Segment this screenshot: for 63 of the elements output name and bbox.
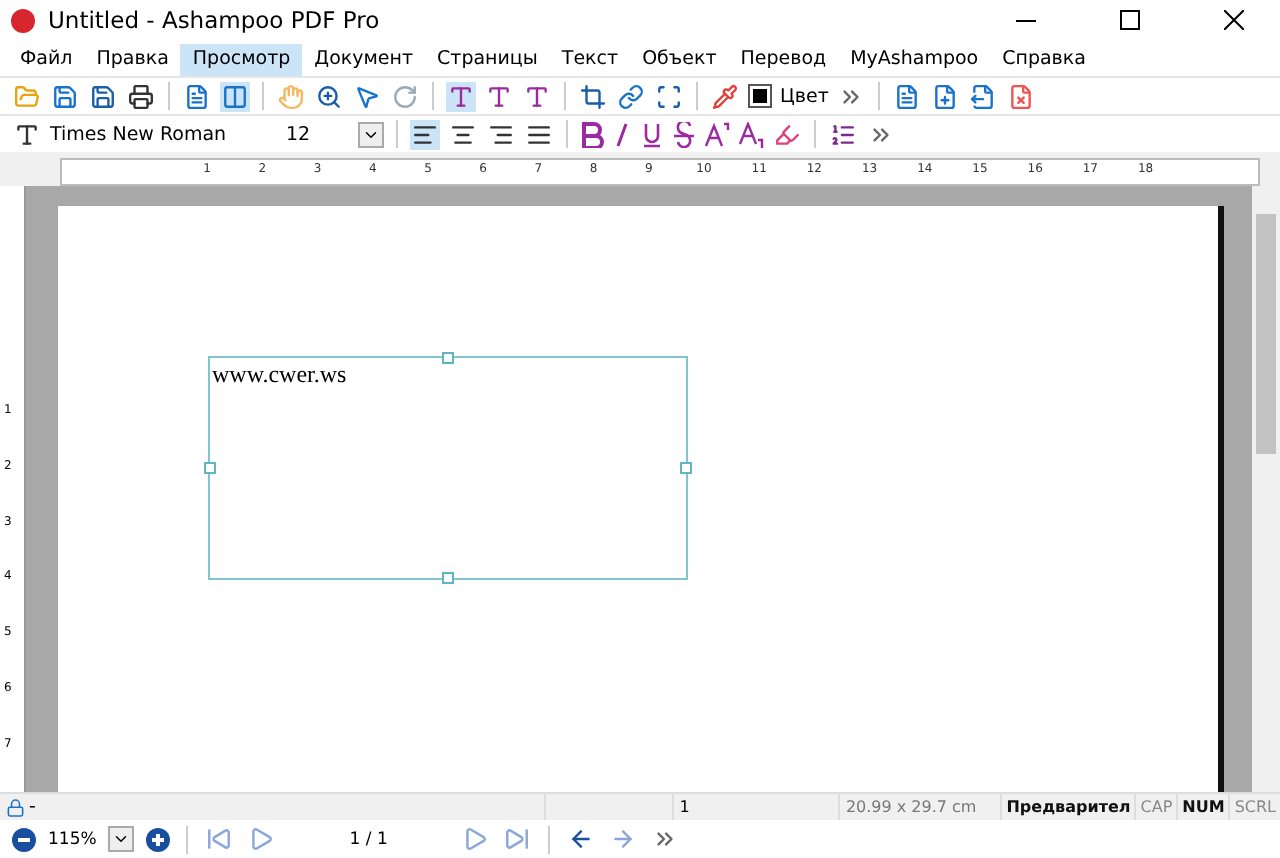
menu-item[interactable]: Просмотр bbox=[180, 44, 303, 76]
scrollbar-thumb[interactable] bbox=[1256, 214, 1276, 454]
save-as-icon[interactable] bbox=[88, 81, 118, 111]
status-indicator: Предварител bbox=[1000, 794, 1135, 820]
dropdown-icon[interactable] bbox=[108, 826, 135, 852]
maximize-icon[interactable] bbox=[1120, 10, 1140, 30]
scan-icon[interactable] bbox=[654, 81, 684, 111]
highlighter-icon[interactable] bbox=[772, 119, 802, 149]
font-size-field[interactable]: 12 bbox=[258, 123, 350, 145]
lock-icon[interactable] bbox=[6, 797, 26, 817]
color-label[interactable]: Цвет bbox=[780, 85, 829, 107]
resize-handle[interactable] bbox=[442, 572, 454, 584]
subscript-icon[interactable] bbox=[738, 121, 764, 147]
crop-icon[interactable] bbox=[578, 81, 608, 111]
zoom-in-icon[interactable] bbox=[314, 81, 344, 111]
link-icon[interactable] bbox=[616, 81, 646, 111]
menu-item[interactable]: Справка bbox=[990, 44, 1098, 76]
bold-icon[interactable] bbox=[580, 121, 604, 147]
menu-item[interactable]: Документ bbox=[302, 44, 426, 76]
strikethrough-icon[interactable] bbox=[672, 121, 696, 147]
underline-icon[interactable] bbox=[640, 121, 664, 147]
menu-item[interactable]: Объект bbox=[630, 44, 729, 76]
status-indicator: SCRL bbox=[1228, 794, 1280, 820]
minimize-icon[interactable] bbox=[1016, 19, 1036, 21]
resize-handle[interactable] bbox=[204, 462, 216, 474]
menu-item[interactable]: Текст bbox=[549, 44, 631, 76]
dropdown-icon[interactable] bbox=[358, 121, 384, 147]
zoom-level[interactable]: 115% bbox=[48, 829, 97, 849]
save-icon[interactable] bbox=[50, 81, 80, 111]
menu-item[interactable]: Файл bbox=[8, 44, 85, 76]
zoom-in-icon[interactable] bbox=[146, 827, 171, 851]
color-swatch-icon[interactable] bbox=[748, 84, 772, 108]
font-icon[interactable] bbox=[12, 119, 42, 149]
close-icon[interactable] bbox=[1224, 10, 1244, 30]
page-delete-icon[interactable] bbox=[1006, 81, 1037, 111]
window-title: Untitled - Ashampoo PDF Pro bbox=[48, 6, 382, 34]
italic-icon[interactable] bbox=[612, 121, 632, 147]
text-box[interactable]: www.cwer.ws bbox=[208, 356, 688, 580]
status-indicator: CAP bbox=[1134, 794, 1177, 820]
align-left-icon[interactable] bbox=[410, 119, 440, 149]
menu-item[interactable]: Страницы bbox=[425, 44, 550, 76]
status-indicator: NUM bbox=[1176, 794, 1229, 820]
pointer-icon[interactable] bbox=[352, 81, 382, 111]
text-box-content: www.cwer.ws bbox=[212, 360, 347, 388]
vertical-scrollbar[interactable] bbox=[1252, 186, 1280, 792]
menu-item[interactable]: MyAshampoo bbox=[838, 44, 991, 76]
text-tool-icon[interactable] bbox=[446, 81, 476, 111]
menu-item[interactable]: Перевод bbox=[728, 44, 839, 76]
print-icon[interactable] bbox=[126, 81, 156, 111]
page-size: 20.99 x 29.7 cm bbox=[837, 794, 1001, 820]
superscript-icon[interactable] bbox=[704, 121, 730, 147]
eyedropper-icon[interactable] bbox=[710, 81, 740, 111]
resize-handle[interactable] bbox=[680, 462, 692, 474]
resize-handle[interactable] bbox=[442, 352, 454, 364]
page-counter[interactable]: 1 / 1 bbox=[288, 829, 449, 849]
page-add-icon[interactable] bbox=[930, 81, 961, 111]
zoom-out-icon[interactable] bbox=[12, 827, 36, 851]
menu-item[interactable]: Правка bbox=[84, 44, 181, 76]
app-logo-icon bbox=[10, 7, 36, 33]
page-export-icon[interactable] bbox=[968, 81, 999, 111]
font-field[interactable]: Times New Roman bbox=[50, 123, 250, 145]
lock-status: - bbox=[27, 796, 38, 818]
page-number: 1 bbox=[671, 794, 838, 820]
